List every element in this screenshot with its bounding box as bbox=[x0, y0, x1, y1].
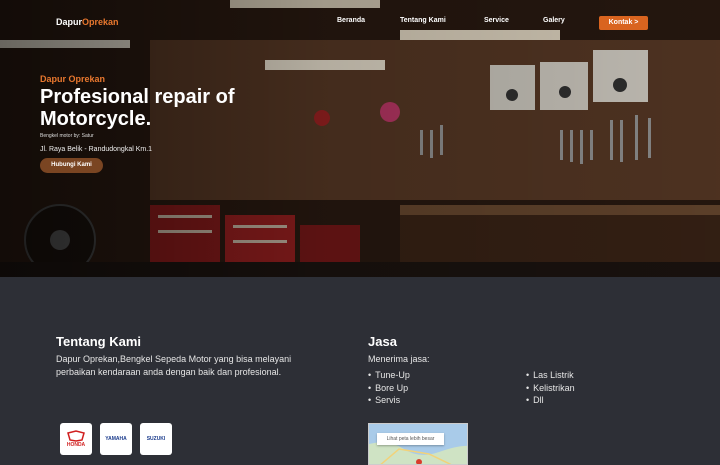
hero-headline: Profesional repair of Motorcycle. bbox=[40, 86, 340, 130]
nav-item-beranda[interactable]: Beranda bbox=[337, 17, 365, 24]
map-pin-icon bbox=[416, 459, 422, 464]
services-title-text: Jasa bbox=[368, 334, 397, 349]
hero-overlay bbox=[0, 0, 720, 277]
suzuki-label: SUZUKI bbox=[146, 436, 166, 442]
brand-part2: Oprekan bbox=[82, 17, 119, 27]
service-item: Dll bbox=[526, 395, 544, 405]
hubungi-kami-button[interactable]: Hubungi Kami bbox=[40, 158, 103, 173]
yamaha-label: YAMAHA bbox=[105, 436, 127, 442]
yamaha-logo: YAMAHA bbox=[100, 423, 132, 455]
nav-item-service[interactable]: Service bbox=[484, 17, 509, 24]
about-description: Dapur Oprekan,Bengkel Sepeda Motor yang … bbox=[56, 354, 292, 377]
honda-logo: HONDA bbox=[60, 423, 92, 455]
service-item: Tune-Up bbox=[368, 370, 410, 380]
about-title: Tentang Kami bbox=[56, 334, 141, 349]
hero-headline-line1: Profesional repair of bbox=[40, 86, 235, 108]
view-larger-map-button[interactable]: Lihat peta lebih besar bbox=[377, 433, 444, 445]
services-title: Jasa bbox=[368, 334, 397, 349]
nav-item-tentang-kami[interactable]: Tentang Kami bbox=[400, 17, 446, 24]
hero-tagline: Bengkel motor by: Satur bbox=[40, 133, 94, 139]
hero-headline-line2: Motorcycle. bbox=[40, 108, 152, 130]
hero-address: Jl. Raya Belik - Randudongkal Km.1 bbox=[40, 146, 153, 153]
hero-section bbox=[0, 0, 720, 277]
brand-part1: Dapur bbox=[56, 17, 83, 27]
location-map[interactable]: Lihat peta lebih besar bbox=[368, 423, 468, 465]
suzuki-logo: SUZUKI bbox=[140, 423, 172, 455]
brand-logo[interactable]: DapurOprekan bbox=[56, 17, 119, 27]
nav-item-galery[interactable]: Galery bbox=[543, 17, 565, 24]
honda-label: HONDA bbox=[66, 442, 86, 448]
about-title-text: Tentang Kami bbox=[56, 334, 141, 349]
contact-button[interactable]: Kontak > bbox=[599, 16, 648, 30]
service-item: Bore Up bbox=[368, 383, 408, 393]
hero-kicker: Dapur Oprekan bbox=[40, 74, 106, 84]
honda-wing-icon bbox=[67, 430, 85, 442]
service-item: Kelistrikan bbox=[526, 383, 575, 393]
service-item: Las Listrik bbox=[526, 370, 574, 380]
services-intro: Menerima jasa: bbox=[368, 354, 430, 364]
service-item: Servis bbox=[368, 395, 400, 405]
